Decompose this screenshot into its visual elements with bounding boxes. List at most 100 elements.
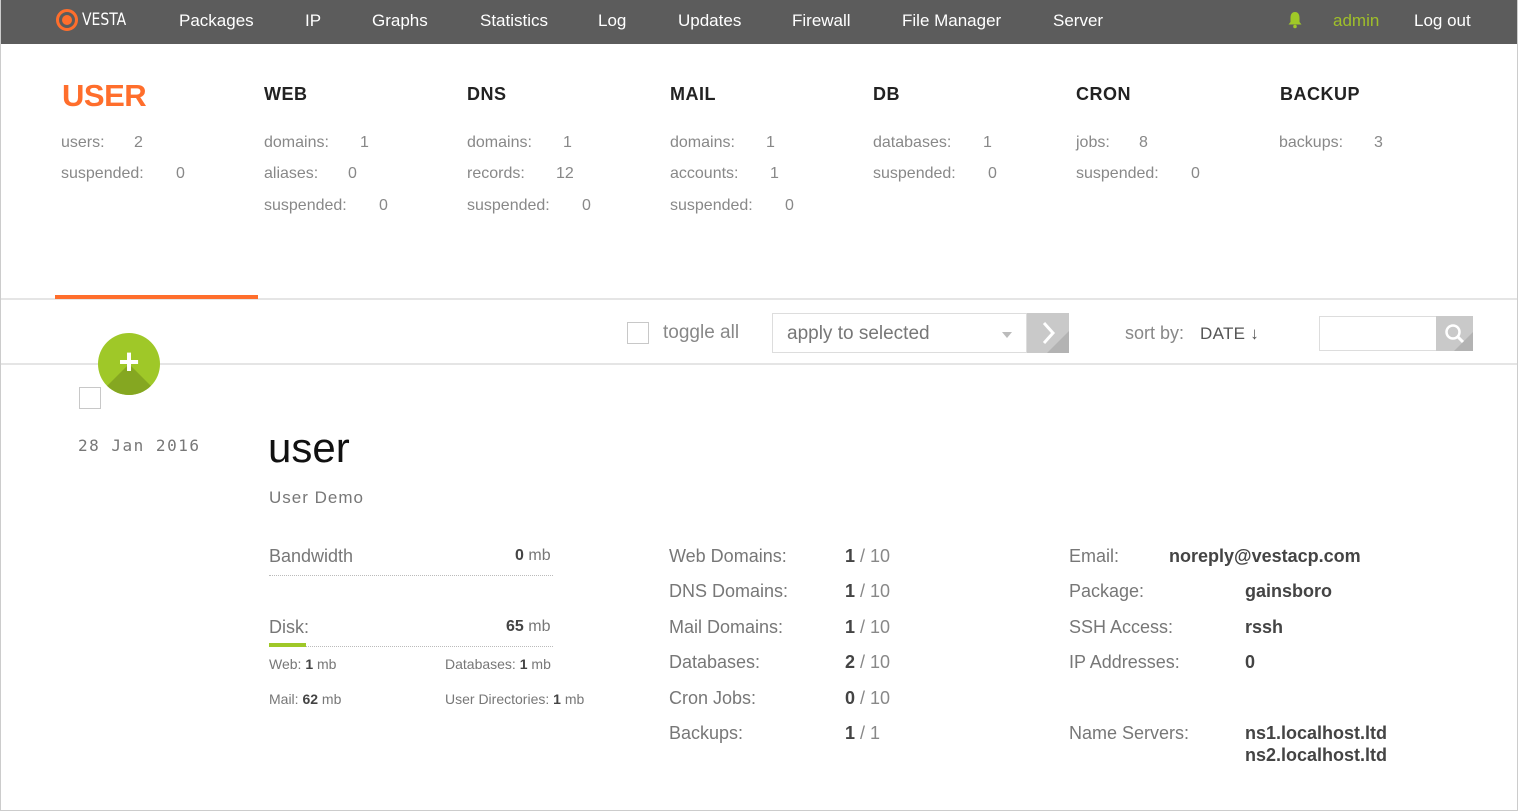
stat-value: 1 (360, 134, 369, 151)
disk-mail: Mail: 62 mb (269, 691, 342, 707)
limit-label: DNS Domains: (669, 581, 789, 601)
stat-value: 8 (1139, 134, 1148, 151)
stat-label: databases: (873, 134, 952, 151)
stat-dns-title-wrap: DNS (467, 84, 507, 105)
row-checkbox[interactable] (79, 387, 101, 409)
package-value: gainsboro (1245, 581, 1333, 601)
search-input[interactable] (1319, 316, 1437, 351)
stat-cron-title: CRON (1076, 84, 1131, 104)
stat-value: 1 (770, 165, 779, 182)
disk-label: Disk: (269, 617, 309, 637)
limit-value: 1 / 10 (845, 546, 891, 566)
ip-label: IP Addresses: (1069, 652, 1180, 672)
bell-icon[interactable] (1287, 11, 1303, 34)
stat-label: records: (467, 165, 525, 182)
stat-web-title: WEB (264, 84, 308, 104)
stat-value: 1 (983, 134, 992, 151)
stat-value: 1 (563, 134, 572, 151)
limit-value: 1 / 10 (845, 617, 891, 637)
limit-label: Cron Jobs: (669, 688, 757, 708)
toggle-all-label[interactable]: toggle all (663, 322, 739, 344)
stat-value: 0 (348, 165, 357, 182)
stat-value: 0 (379, 197, 388, 214)
stat-label: aliases: (264, 165, 319, 182)
stat-label: accounts: (670, 165, 739, 182)
search-button[interactable] (1436, 316, 1473, 351)
logo-icon (56, 9, 78, 31)
record-fullname: User Demo (269, 488, 364, 507)
email-label: Email: (1069, 546, 1120, 566)
stat-label: users: (61, 134, 105, 151)
stat-label: domains: (467, 134, 532, 151)
stat-db-title-wrap: DB (873, 84, 900, 105)
stat-label: suspended: (264, 197, 347, 214)
stat-label: suspended: (467, 197, 550, 214)
disk-value: 65 mb (506, 618, 551, 635)
add-user-button[interactable]: + (98, 333, 160, 395)
search-icon (1445, 324, 1473, 351)
nameserver-1: ns1.localhost.ltd (1245, 723, 1388, 743)
select-value: apply to selected (787, 323, 930, 344)
nav-updates[interactable]: Updates (678, 11, 741, 31)
nav-firewall[interactable]: Firewall (792, 11, 851, 31)
ssh-label: SSH Access: (1069, 617, 1174, 637)
stat-mail-title: MAIL (670, 84, 716, 104)
email-value: noreply@vestacp.com (1169, 546, 1361, 566)
nav-file-manager[interactable]: File Manager (902, 11, 1001, 31)
stat-backup-title-wrap: BACKUP (1280, 84, 1360, 105)
limit-label: Databases: (669, 652, 761, 672)
nameserver-2: ns2.localhost.ltd (1245, 745, 1388, 765)
stat-value: 12 (556, 165, 574, 182)
record-username[interactable]: user (268, 424, 350, 472)
toggle-all-checkbox[interactable] (627, 322, 649, 344)
apply-selected-select[interactable]: apply to selected (772, 313, 1027, 353)
nav-server[interactable]: Server (1053, 11, 1103, 31)
limit-value: 1 / 1 (845, 723, 881, 743)
nameservers-label: Name Servers: (1069, 723, 1190, 743)
stat-value: 0 (988, 165, 997, 182)
stat-value: 3 (1374, 134, 1383, 151)
nav-admin-user[interactable]: admin (1333, 11, 1379, 31)
bandwidth-label: Bandwidth (269, 546, 354, 566)
stat-label: domains: (670, 134, 735, 151)
stat-user-title-wrap: USER (62, 78, 147, 114)
logout-link[interactable]: Log out (1414, 11, 1471, 31)
stat-label: suspended: (61, 165, 144, 182)
stat-label: suspended: (670, 197, 753, 214)
nav-statistics[interactable]: Statistics (480, 11, 548, 31)
stat-value: 0 (1191, 165, 1200, 182)
caret-down-icon (1002, 332, 1012, 338)
stat-cron-title-wrap: CRON (1076, 84, 1131, 105)
stat-backup-title: BACKUP (1280, 84, 1361, 104)
nav-packages[interactable]: Packages (179, 11, 254, 31)
stat-web-title-wrap: WEB (264, 84, 308, 105)
stat-label: suspended: (873, 165, 956, 182)
divider (269, 575, 553, 576)
nav-graphs[interactable]: Graphs (372, 11, 428, 31)
stat-value: 1 (766, 134, 775, 151)
stat-mail-title-wrap: MAIL (670, 84, 716, 105)
limit-value: 2 / 10 (845, 652, 891, 672)
stat-label: domains: (264, 134, 329, 151)
limit-value: 1 / 10 (845, 581, 891, 601)
stat-value: 0 (785, 197, 794, 214)
bandwidth-value: 0 mb (515, 547, 551, 564)
nav-log[interactable]: Log (598, 11, 626, 31)
apply-button[interactable] (1027, 313, 1069, 353)
sort-dropdown[interactable]: DATE ↓ (1200, 324, 1259, 344)
active-tab-underline (55, 295, 258, 299)
nav-ip[interactable]: IP (305, 11, 321, 31)
stat-value: 2 (134, 134, 143, 151)
stat-value: 0 (176, 165, 185, 182)
limit-value: 0 / 10 (845, 688, 891, 708)
vesta-logo[interactable]: VESTA (56, 9, 136, 31)
stat-db-title: DB (873, 84, 900, 104)
stat-label: backups: (1279, 134, 1344, 151)
record-date: 28 Jan 2016 (78, 436, 201, 455)
disk-web: Web: 1 mb (269, 656, 337, 672)
stat-label: suspended: (1076, 165, 1159, 182)
limit-label: Backups: (669, 723, 744, 743)
stat-dns-title: DNS (467, 84, 507, 104)
package-label: Package: (1069, 581, 1145, 601)
disk-usage-bar (269, 643, 306, 647)
